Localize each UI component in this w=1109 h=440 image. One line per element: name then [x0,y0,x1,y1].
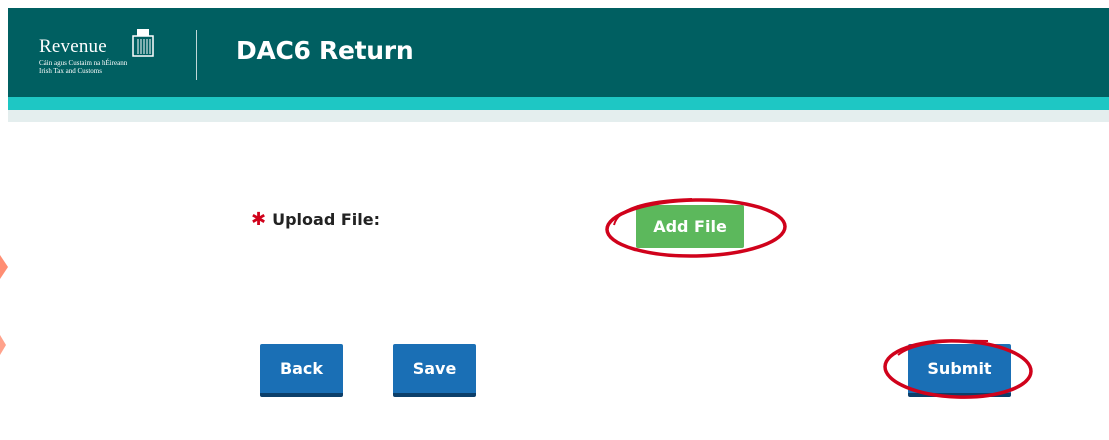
back-button[interactable]: Back [260,344,343,397]
harp-logo-icon [132,29,154,57]
revenue-logo-subtitle-english: Irish Tax and Customs [39,67,102,75]
page-title: DAC6 Return [236,36,414,65]
save-button[interactable]: Save [393,344,476,397]
revenue-logo-subtitle-irish: Cáin agus Custaim na hÉireann [39,59,128,67]
add-file-button[interactable]: Add File [636,205,744,248]
submit-button[interactable]: Submit [908,344,1011,397]
revenue-logo-text: Revenue [39,36,107,57]
upload-file-label-text: Upload File: [272,210,380,229]
header-accent-strip [8,97,1109,110]
upload-file-label: ✱ Upload File: [251,210,380,230]
required-asterisk-icon: ✱ [251,209,267,230]
site-header [8,8,1109,97]
header-shadow-strip [8,110,1109,122]
header-divider [196,30,197,80]
left-edge-marker [0,255,8,355]
page: Revenue Cáin agus Custaim na hÉireann Ir… [0,0,1109,440]
